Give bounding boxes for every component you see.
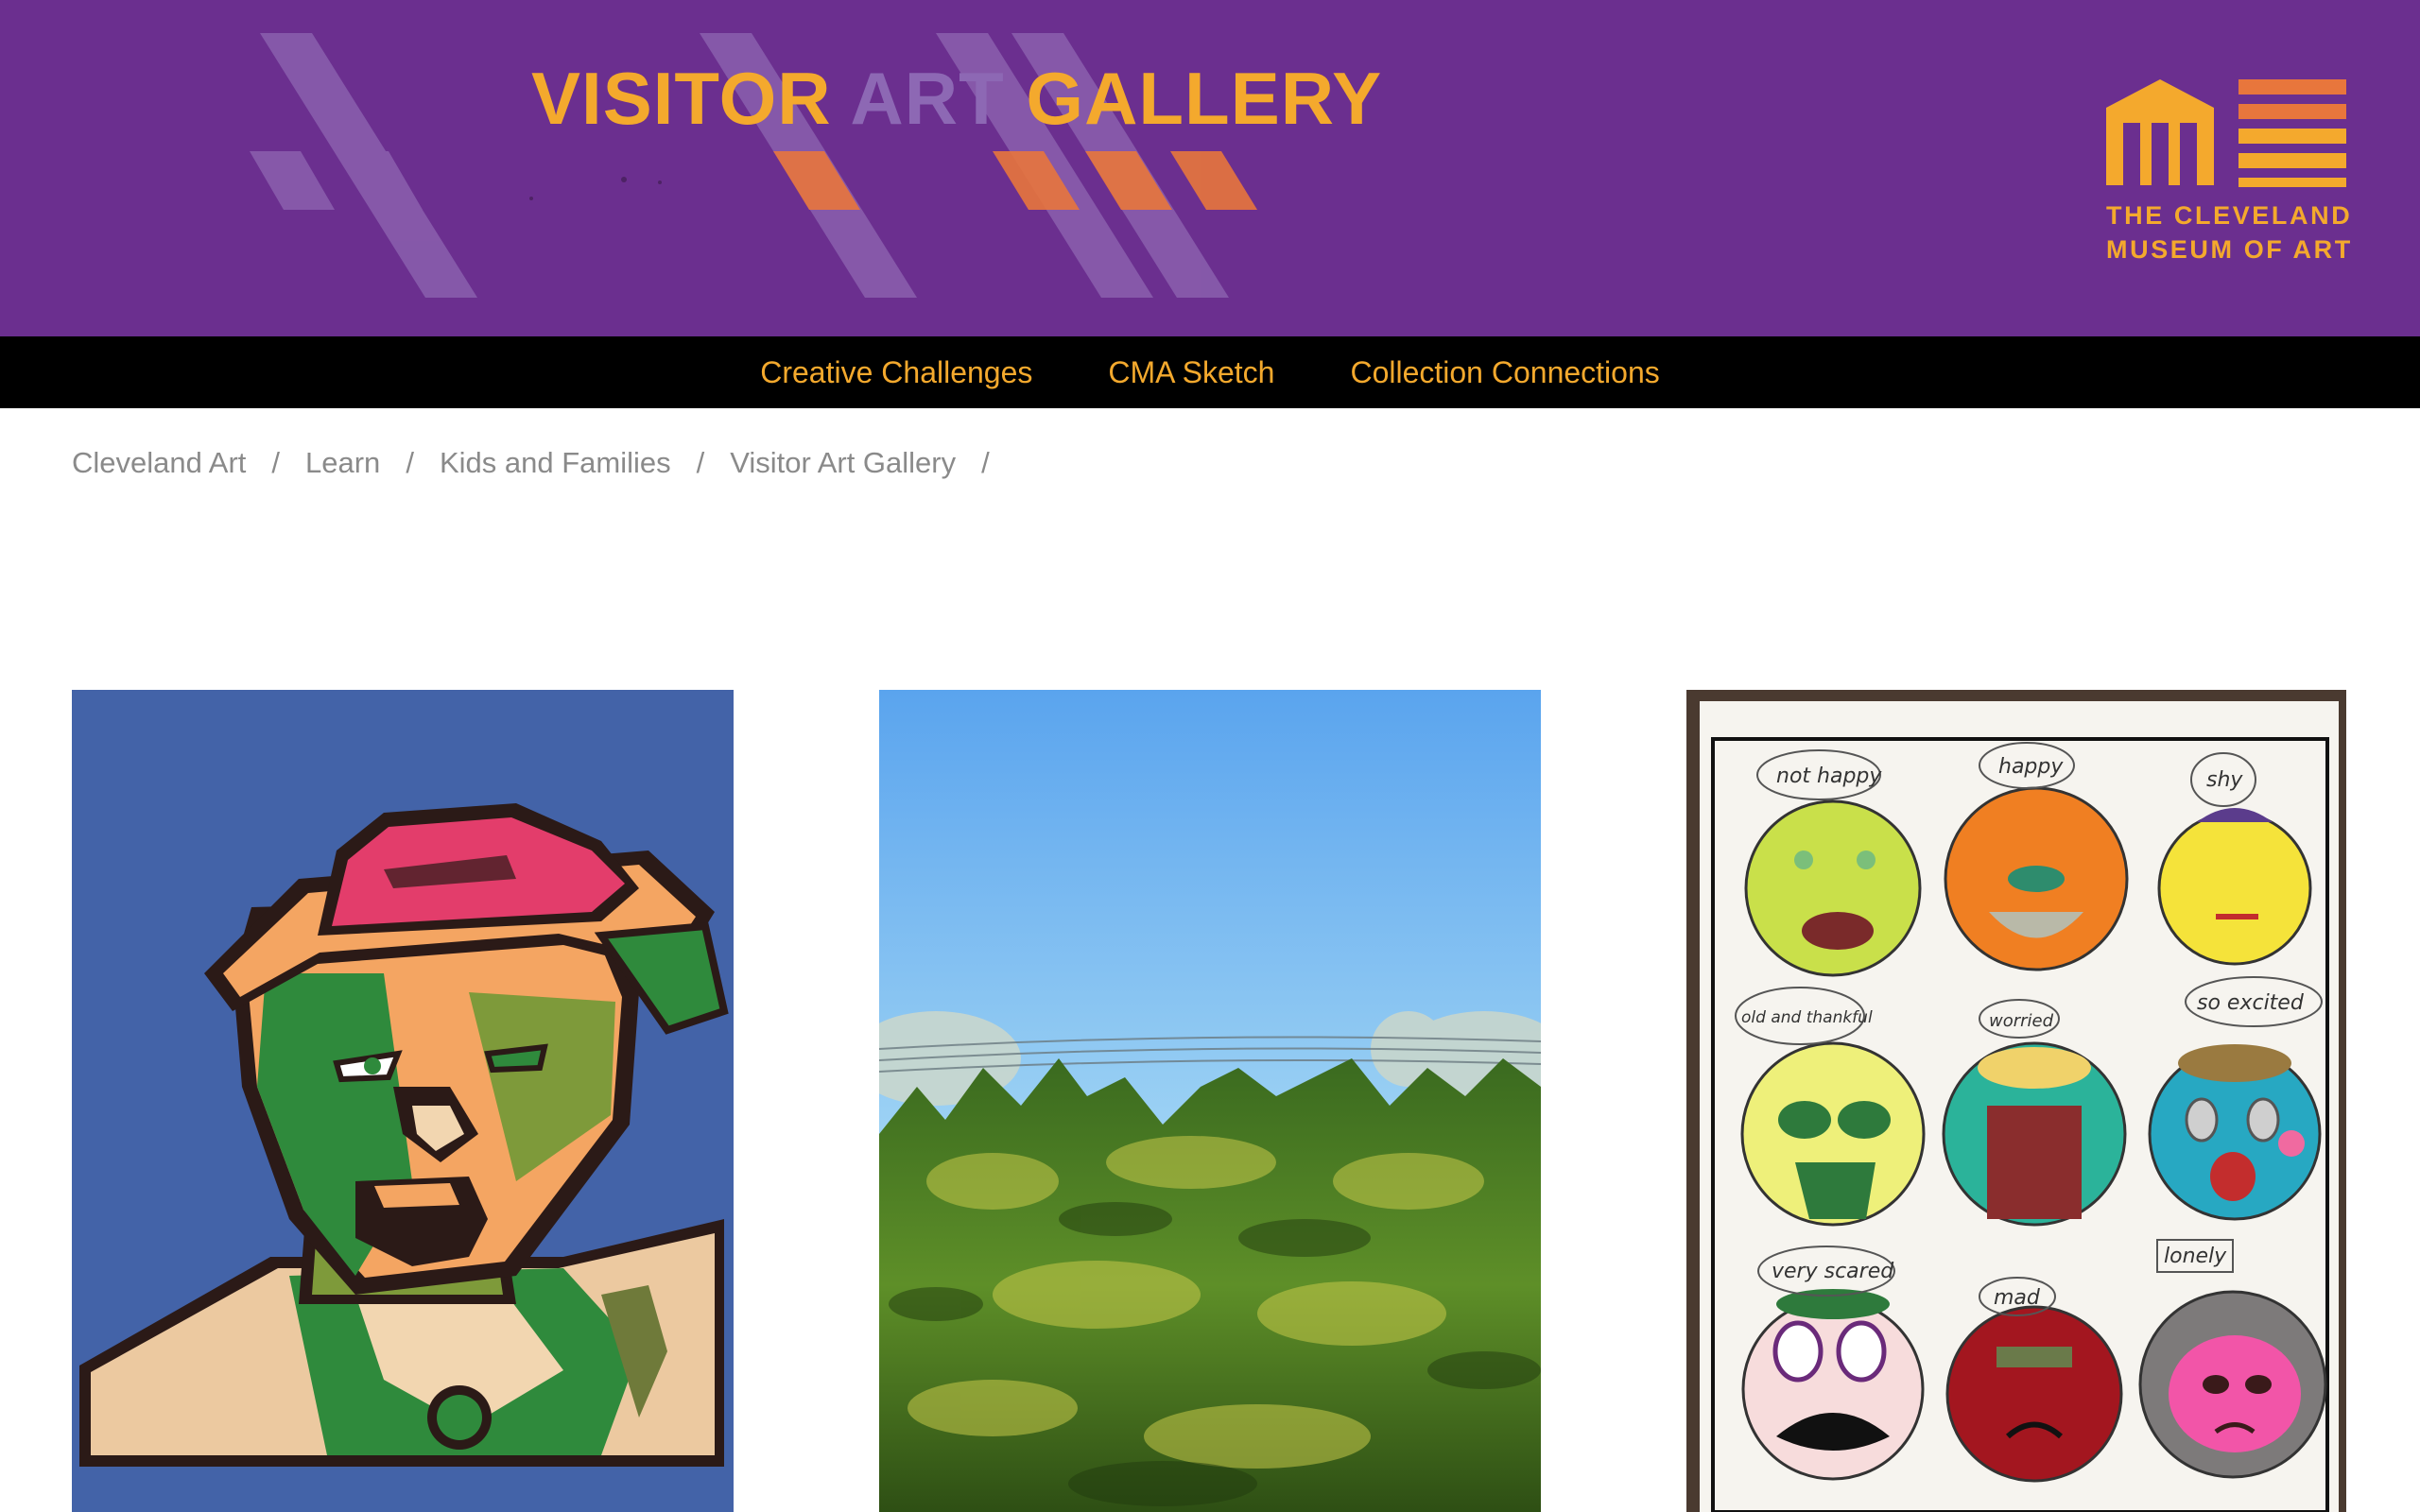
nav-item-creative-challenges[interactable]: Creative Challenges [760, 355, 1032, 390]
emotion-label-very-scared: very scared [1772, 1260, 1894, 1283]
collage-portrait-image [72, 690, 734, 1512]
breadcrumb-separator: / [981, 446, 990, 479]
logo-line-2: MUSEUM OF ART [2106, 235, 2353, 264]
title-word-art: ART [850, 57, 1005, 140]
emotion-faces-drawing-image: not happy happy shy old and thankful wor… [1686, 690, 2346, 1512]
emotion-label-mad: mad [1994, 1286, 2041, 1310]
emotion-label-happy: happy [1998, 755, 2064, 779]
breadcrumb-separator: / [696, 446, 705, 479]
title-word-gallery: GALLERY [1026, 57, 1383, 140]
nav-item-collection-connections[interactable]: Collection Connections [1350, 355, 1659, 390]
emotion-label-not-happy: not happy [1776, 765, 1882, 788]
art-gallery-grid: not happy happy shy old and thankful wor… [72, 690, 2346, 1512]
main-nav: Creative Challenges CMA Sketch Collectio… [0, 336, 2420, 408]
breadcrumb-item-learn[interactable]: Learn [305, 446, 380, 480]
cleveland-museum-logo-icon [2106, 79, 2346, 187]
logo-wordmark: THE CLEVELAND MUSEUM OF ART [2106, 198, 2352, 266]
breadcrumb-item-cleveland-art[interactable]: Cleveland Art [72, 446, 246, 480]
emotion-label-worried: worried [1989, 1011, 2054, 1031]
shrubs-photo-image [879, 690, 1541, 1512]
nav-item-cma-sketch[interactable]: CMA Sketch [1108, 355, 1274, 390]
header-decorative-stripes [250, 33, 1257, 298]
breadcrumb-separator: / [406, 446, 414, 479]
emotion-label-so-excited: so excited [2197, 991, 2305, 1015]
breadcrumb: Cleveland Art / Learn / Kids and Familie… [72, 442, 1015, 484]
title-word-visitor: VISITOR [531, 57, 832, 140]
breadcrumb-item-visitor-art-gallery[interactable]: Visitor Art Gallery [730, 446, 956, 480]
gallery-card-emotion-faces[interactable]: not happy happy shy old and thankful wor… [1686, 690, 2346, 1512]
emotion-label-shy: shy [2206, 768, 2243, 792]
breadcrumb-item-kids-and-families[interactable]: Kids and Families [440, 446, 671, 480]
gallery-card-portrait[interactable] [72, 690, 734, 1512]
emotion-label-old-and-thankful: old and thankful [1741, 1008, 1873, 1027]
gallery-card-shrubs-photo[interactable] [879, 690, 1541, 1512]
breadcrumb-separator: / [271, 446, 281, 479]
page-title: VISITOR ART GALLERY [531, 55, 1382, 142]
logo-line-1: THE CLEVELAND [2106, 201, 2353, 230]
site-header: VISITOR ART GALLERY THE CLEVELAND MUSEUM… [0, 0, 2420, 336]
emotion-label-lonely: lonely [2164, 1245, 2227, 1268]
